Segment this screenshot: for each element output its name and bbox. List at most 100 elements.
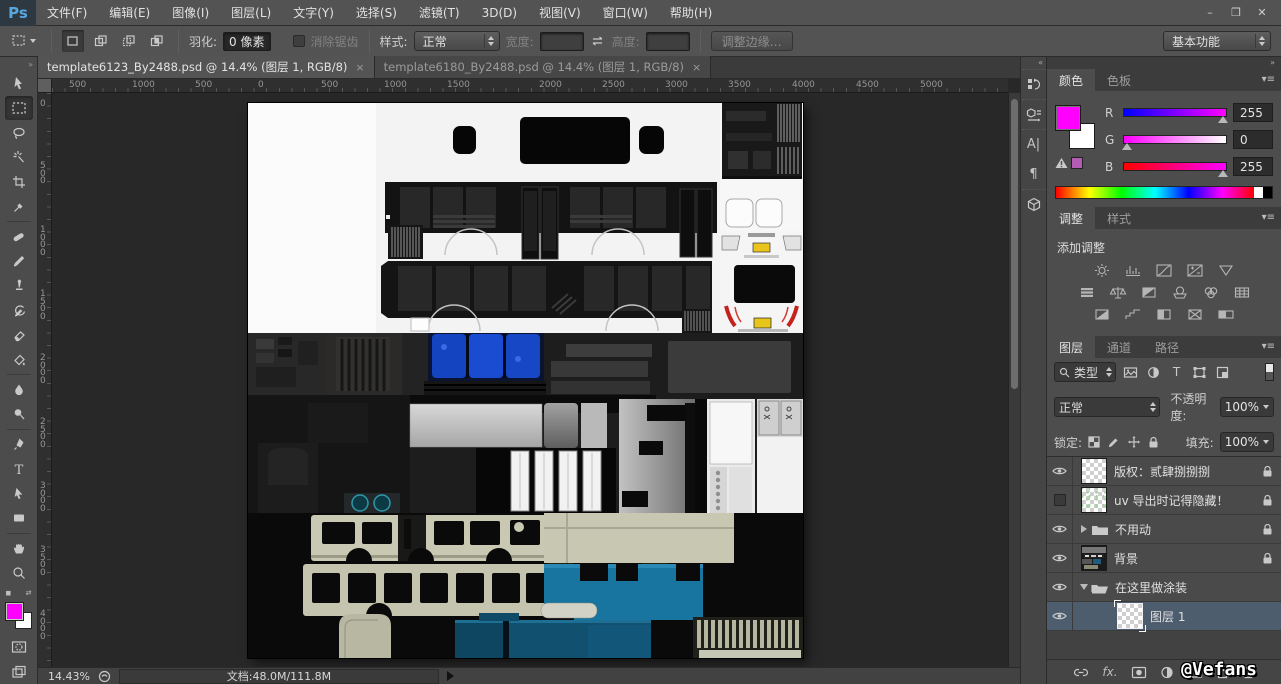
spot-healing-brush-tool[interactable] bbox=[5, 224, 33, 249]
zoom-level[interactable]: 14.43% bbox=[48, 670, 90, 683]
selective-color-icon[interactable] bbox=[1183, 306, 1207, 323]
menu-select[interactable]: 选择(S) bbox=[345, 0, 408, 26]
history-panel-icon[interactable] bbox=[1022, 69, 1046, 99]
green-value[interactable]: 0 bbox=[1233, 130, 1273, 149]
visibility-toggle[interactable] bbox=[1047, 602, 1073, 630]
foreground-color-swatch[interactable] bbox=[1055, 105, 1081, 131]
blur-tool[interactable] bbox=[5, 377, 33, 402]
swap-colors-icon[interactable]: ⇄ bbox=[26, 589, 32, 599]
filter-pixel-icon[interactable] bbox=[1122, 366, 1139, 379]
lasso-tool[interactable] bbox=[5, 120, 33, 145]
path-selection-tool[interactable] bbox=[5, 481, 33, 506]
filter-type-icon[interactable]: T bbox=[1168, 365, 1185, 379]
tab-paths[interactable]: 路径 bbox=[1143, 336, 1191, 358]
group-expanded-triangle-icon[interactable] bbox=[1080, 584, 1088, 590]
channel-mixer-icon[interactable] bbox=[1199, 284, 1223, 301]
layer-thumbnail[interactable] bbox=[1081, 487, 1107, 513]
layer-style-icon[interactable]: fx. bbox=[1102, 665, 1117, 679]
layer-row-layer1-selected[interactable]: 图层 1 bbox=[1047, 602, 1281, 631]
hidden-eye-checkbox[interactable] bbox=[1054, 494, 1066, 506]
3d-panel-icon[interactable] bbox=[1022, 189, 1046, 219]
clone-stamp-tool[interactable] bbox=[5, 274, 33, 299]
layer-thumbnail[interactable] bbox=[1117, 603, 1143, 629]
visibility-toggle[interactable] bbox=[1047, 457, 1073, 485]
menu-help[interactable]: 帮助(H) bbox=[659, 0, 723, 26]
lock-pixels-icon[interactable] bbox=[1108, 436, 1120, 448]
lock-all-icon[interactable] bbox=[1148, 436, 1159, 448]
default-colors-icon[interactable]: ◼ bbox=[6, 589, 12, 599]
tab-adjustments[interactable]: 调整 bbox=[1047, 207, 1095, 229]
type-tool[interactable]: T bbox=[5, 457, 33, 482]
photo-filter-icon[interactable] bbox=[1168, 284, 1192, 301]
layer-row-group-dontmove[interactable]: 不用动 bbox=[1047, 515, 1281, 544]
panel-menu-icon[interactable]: ▾≡ bbox=[1262, 74, 1275, 85]
blue-value[interactable]: 255 bbox=[1233, 157, 1273, 176]
properties-panel-icon[interactable] bbox=[1022, 99, 1046, 129]
add-mask-icon[interactable] bbox=[1131, 666, 1147, 679]
document-tab-active[interactable]: template6123_By2488.psd @ 14.4% (图层 1, R… bbox=[38, 56, 375, 78]
new-adjustment-layer-icon[interactable] bbox=[1160, 666, 1174, 679]
eraser-tool[interactable] bbox=[5, 323, 33, 348]
magic-wand-tool[interactable] bbox=[5, 145, 33, 170]
layer-row-group-paint-here[interactable]: 在这里做涂装 bbox=[1047, 573, 1281, 602]
tab-layers[interactable]: 图层 bbox=[1047, 336, 1095, 358]
gamut-swatch[interactable] bbox=[1071, 157, 1083, 169]
toolbox-collapse-icon[interactable]: » bbox=[0, 59, 37, 71]
group-collapsed-triangle-icon[interactable] bbox=[1081, 525, 1087, 533]
color-lookup-icon[interactable] bbox=[1230, 284, 1254, 301]
posterize-icon[interactable] bbox=[1121, 306, 1145, 323]
layer-name[interactable]: 背景 bbox=[1114, 550, 1253, 567]
tab-color[interactable]: 颜色 bbox=[1047, 69, 1095, 91]
layer-thumbnail[interactable] bbox=[1081, 545, 1107, 571]
adobe-drive-icon[interactable] bbox=[98, 670, 111, 683]
menu-edit[interactable]: 编辑(E) bbox=[98, 0, 161, 26]
red-value[interactable]: 255 bbox=[1233, 103, 1273, 122]
rectangular-marquee-tool[interactable] bbox=[5, 96, 33, 121]
layer-thumbnail[interactable] bbox=[1081, 458, 1107, 484]
green-slider[interactable] bbox=[1123, 135, 1227, 144]
red-slider[interactable] bbox=[1123, 108, 1227, 117]
color-balance-icon[interactable] bbox=[1106, 284, 1130, 301]
style-dropdown[interactable]: 正常 bbox=[414, 31, 500, 51]
antialias-checkbox[interactable] bbox=[293, 35, 305, 47]
panel-menu-icon[interactable]: ▾≡ bbox=[1262, 212, 1275, 223]
threshold-icon[interactable] bbox=[1152, 306, 1176, 323]
menu-image[interactable]: 图像(I) bbox=[161, 0, 220, 26]
height-input[interactable] bbox=[646, 32, 690, 51]
pen-tool[interactable] bbox=[5, 432, 33, 457]
foreground-color-swatch[interactable] bbox=[6, 603, 23, 620]
hand-tool[interactable] bbox=[5, 536, 33, 561]
selection-new-button[interactable] bbox=[62, 30, 84, 52]
menu-file[interactable]: 文件(F) bbox=[36, 0, 98, 26]
selection-intersect-button[interactable] bbox=[146, 30, 168, 52]
swap-dimensions-icon[interactable] bbox=[590, 35, 606, 47]
canvas[interactable] bbox=[248, 103, 803, 658]
layer-row-background[interactable]: 背景 bbox=[1047, 544, 1281, 573]
visibility-toggle[interactable] bbox=[1047, 515, 1073, 543]
selection-add-button[interactable] bbox=[90, 30, 112, 52]
filter-on-off-toggle[interactable] bbox=[1265, 363, 1274, 381]
menu-layer[interactable]: 图层(L) bbox=[220, 0, 282, 26]
panel-menu-icon[interactable]: ▾≡ bbox=[1262, 341, 1275, 352]
tab-styles[interactable]: 样式 bbox=[1095, 207, 1143, 229]
opacity-input[interactable]: 100% bbox=[1220, 397, 1274, 417]
workspace-switcher[interactable]: 基本功能 bbox=[1163, 31, 1271, 51]
status-options-arrow-icon[interactable] bbox=[447, 671, 454, 681]
filter-adjustment-icon[interactable] bbox=[1145, 366, 1162, 379]
layer-name[interactable]: uv 导出时记得隐藏！ bbox=[1114, 492, 1253, 509]
menu-3d[interactable]: 3D(D) bbox=[471, 0, 528, 26]
width-input[interactable] bbox=[540, 32, 584, 51]
invert-icon[interactable] bbox=[1090, 306, 1114, 323]
character-panel-icon[interactable]: A| bbox=[1022, 129, 1046, 159]
selection-subtract-button[interactable] bbox=[118, 30, 140, 52]
tab-close-icon[interactable]: × bbox=[355, 61, 364, 74]
visibility-toggle[interactable] bbox=[1047, 544, 1073, 572]
levels-icon[interactable] bbox=[1121, 262, 1145, 279]
document-area[interactable]: 500 1000 500 0 500 1000 1500 2000 2500 3… bbox=[38, 79, 1020, 667]
fill-input[interactable]: 100% bbox=[1220, 432, 1274, 452]
layer-name[interactable]: 不用动 bbox=[1115, 521, 1253, 538]
vibrance-icon[interactable] bbox=[1214, 262, 1238, 279]
zoom-tool[interactable] bbox=[5, 560, 33, 585]
ruler-origin-box[interactable] bbox=[38, 79, 52, 93]
gradient-map-icon[interactable] bbox=[1214, 306, 1238, 323]
